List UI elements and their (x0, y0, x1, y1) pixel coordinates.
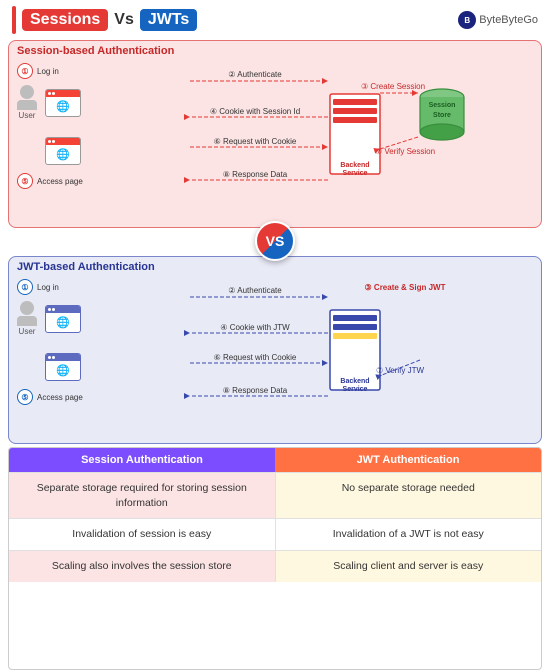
jwt-step5-row: ⑤ Access page (17, 389, 127, 405)
jwt-arrows-svg: Backend Service ③ Create & Sign JWT ② Au… (127, 275, 533, 430)
session-arrows-svg: Backend Service Session Store ② Authenti… (127, 59, 533, 214)
svg-text:⑥ Request with Cookie: ⑥ Request with Cookie (214, 137, 297, 146)
svg-text:⑧ Response Data: ⑧ Response Data (223, 386, 288, 395)
jwt-middle: Backend Service ③ Create & Sign JWT ② Au… (127, 275, 533, 430)
session-section: Session-based Authentication ① Log in Us… (8, 40, 542, 228)
session-step1-num: ① (17, 63, 33, 79)
svg-text:③ Create & Sign JWT: ③ Create & Sign JWT (365, 283, 446, 292)
jwt-diagram: ① Log in User 🌐 (17, 275, 533, 430)
comp-cell-session-2: Invalidation of session is easy (9, 519, 276, 550)
jwt-step1-num: ① (17, 279, 33, 295)
svg-text:② Authenticate: ② Authenticate (228, 70, 282, 79)
comparison-header: Session Authentication JWT Authenticatio… (9, 448, 541, 472)
logo-icon: B (458, 11, 476, 29)
svg-text:② Authenticate: ② Authenticate (228, 286, 282, 295)
svg-text:③ Create Session: ③ Create Session (361, 82, 425, 91)
session-step1-row: ① Log in (17, 63, 127, 79)
jwt-browser-top: 🌐 (45, 305, 81, 333)
vs-divider: VS (0, 228, 550, 254)
jwt-step1-row: ① Log in (17, 279, 127, 295)
session-section-label: Session-based Authentication (17, 45, 533, 57)
title-bar-decoration (12, 6, 16, 34)
svg-text:④ Cookie with Session Id: ④ Cookie with Session Id (210, 107, 300, 116)
session-left-col: ① Log in User 🌐 (17, 59, 127, 189)
vs-label: VS (266, 233, 285, 249)
session-step1-label: Log in (37, 67, 59, 76)
svg-text:Backend: Backend (340, 162, 369, 169)
comp-header-session: Session Authentication (9, 448, 275, 472)
comp-cell-jwt-2: Invalidation of a JWT is not easy (276, 519, 542, 550)
comparison-table: Session Authentication JWT Authenticatio… (8, 447, 542, 670)
header: Sessions Vs JWTs B ByteByteGo (0, 0, 550, 38)
jwt-step5-num: ⑤ (17, 389, 33, 405)
session-middle: Backend Service Session Store ② Authenti… (127, 59, 533, 214)
svg-text:⑦ Verify Session: ⑦ Verify Session (375, 147, 435, 156)
jwt-step1-label: Log in (37, 283, 59, 292)
jwt-section: JWT-based Authentication ① Log in User (8, 256, 542, 444)
title-jwts: JWTs (140, 9, 197, 31)
vs-circle: VS (255, 221, 295, 261)
comp-cell-jwt-3: Scaling client and server is easy (276, 551, 542, 582)
session-browser-bottom: 🌐 (45, 137, 81, 165)
session-user-icon: User (17, 85, 37, 120)
title-sessions: Sessions (22, 9, 108, 31)
svg-text:Session: Session (429, 102, 456, 109)
logo: B ByteByteGo (458, 11, 538, 29)
title-vs: Vs (114, 11, 134, 29)
svg-text:⑥ Request with Cookie: ⑥ Request with Cookie (214, 353, 297, 362)
jwt-user-icon: User (17, 301, 37, 336)
jwt-left-col: ① Log in User 🌐 (17, 275, 127, 405)
jwt-browser-bottom: 🌐 (45, 353, 81, 381)
svg-text:Backend: Backend (340, 378, 369, 385)
comp-header-jwt: JWT Authentication (275, 448, 541, 472)
comp-cell-session-3: Scaling also involves the session store (9, 551, 276, 582)
logo-text: ByteByteGo (479, 14, 538, 26)
title-area: Sessions Vs JWTs (12, 6, 197, 34)
session-step5-num: ⑤ (17, 173, 33, 189)
svg-text:Store: Store (433, 112, 451, 119)
session-step5-row: ⑤ Access page (17, 173, 127, 189)
jwt-section-label: JWT-based Authentication (17, 261, 533, 273)
session-browser-top: 🌐 (45, 89, 81, 117)
comp-row-3: Scaling also involves the session store … (9, 550, 541, 582)
comp-cell-session-1: Separate storage required for storing se… (9, 473, 276, 518)
jwt-step5-label: Access page (37, 393, 83, 402)
svg-text:④ Cookie with JTW: ④ Cookie with JTW (220, 323, 290, 332)
svg-text:Service: Service (343, 170, 368, 177)
comp-row-2: Invalidation of session is easy Invalida… (9, 518, 541, 550)
session-step5-label: Access page (37, 177, 83, 186)
comp-cell-jwt-1: No separate storage needed (276, 473, 542, 518)
session-diagram: ① Log in User 🌐 (17, 59, 533, 214)
svg-text:⑧ Response Data: ⑧ Response Data (223, 170, 288, 179)
comp-row-1: Separate storage required for storing se… (9, 472, 541, 518)
svg-text:Service: Service (343, 386, 368, 393)
